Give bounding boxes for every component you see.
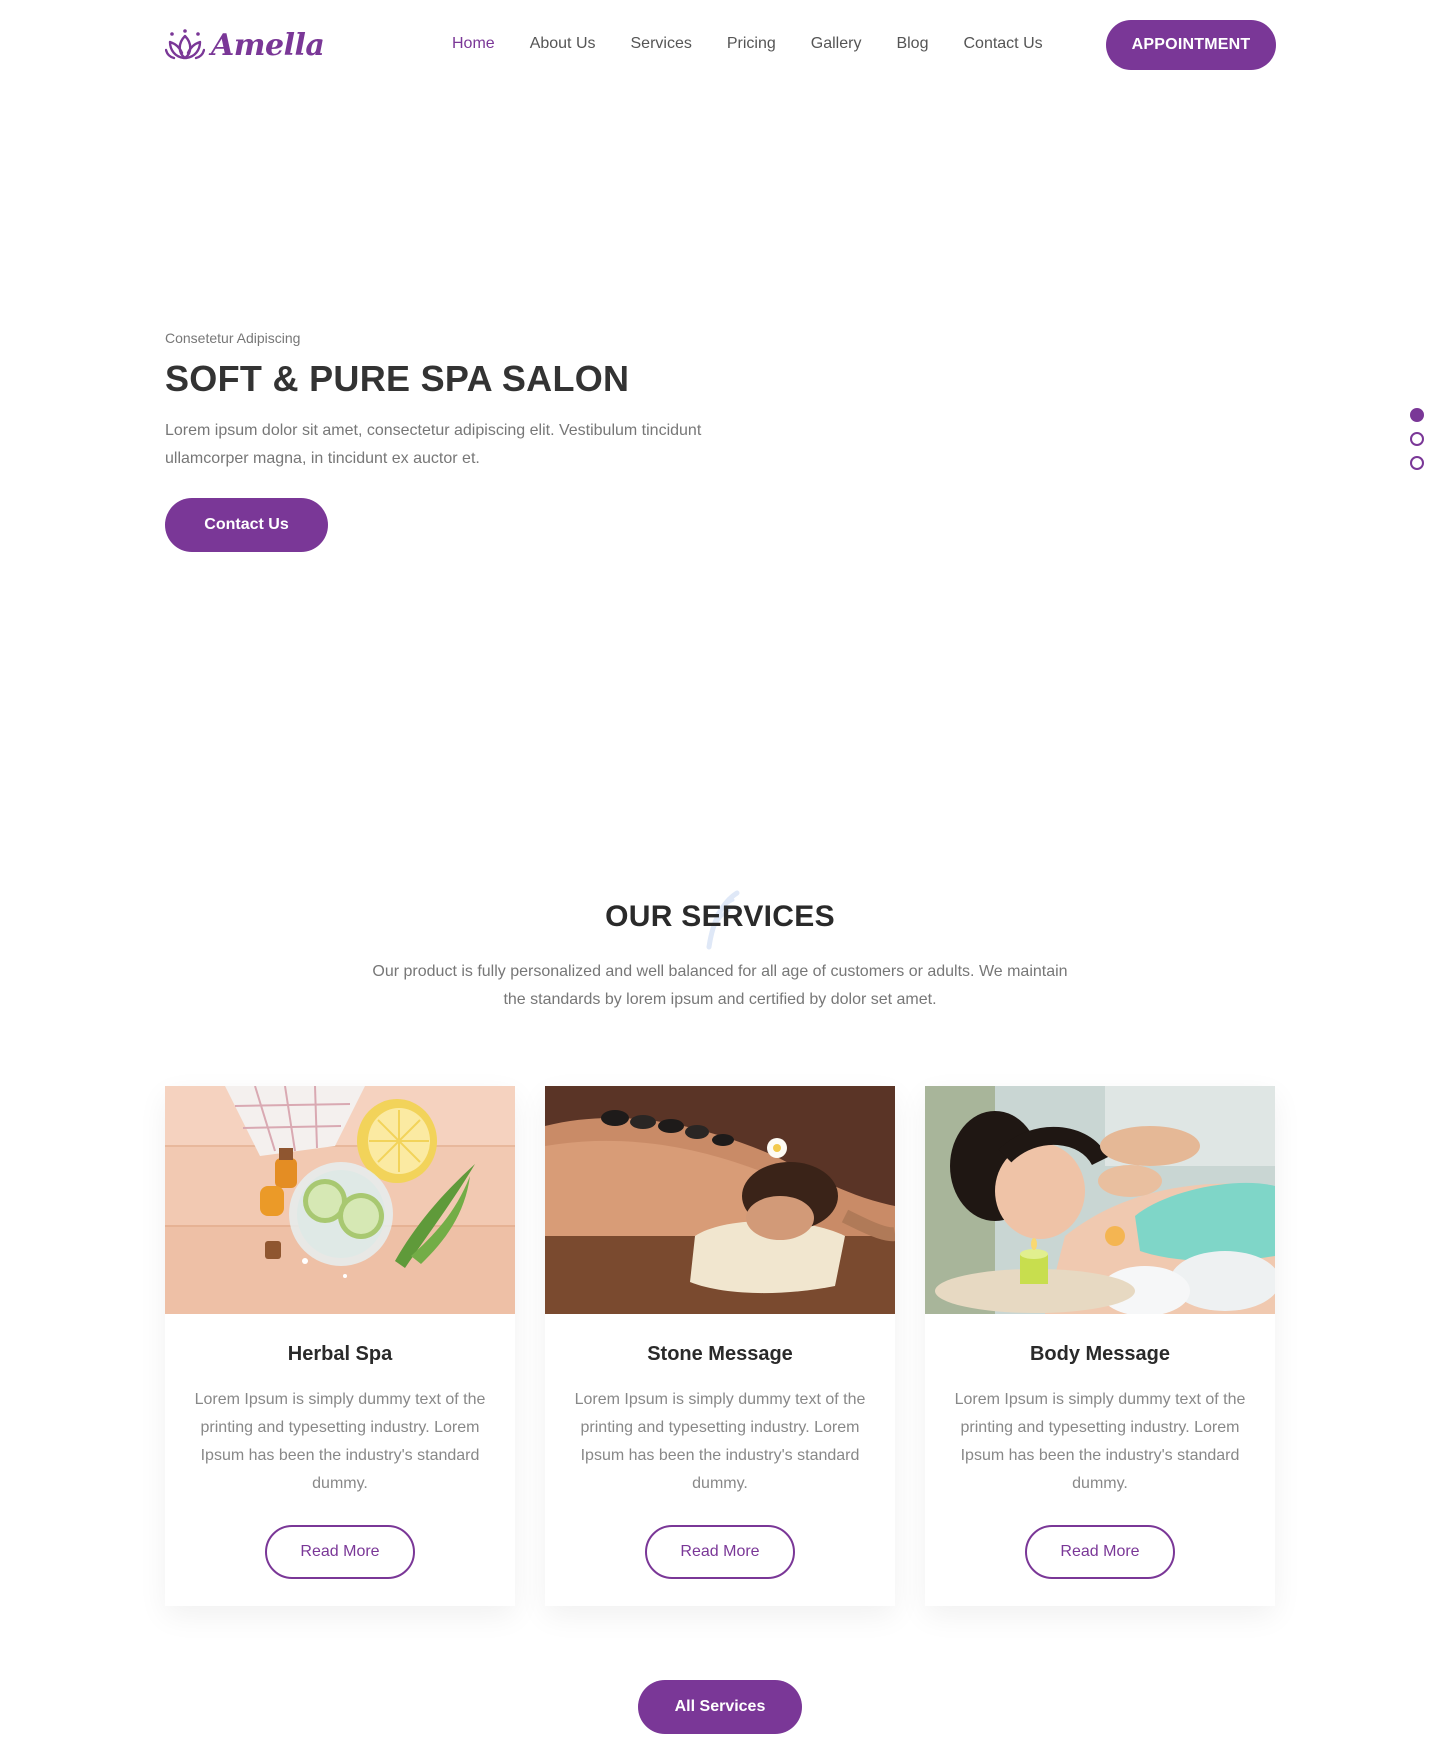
card-title: Herbal Spa [287,1343,393,1365]
main-nav: Home About Us Services Pricing Gallery B… [452,32,1078,56]
services-intro: Our product is fully personalized and we… [372,963,1068,1008]
card-text: Lorem Ipsum is simply dummy text of the … [574,1391,866,1492]
stone-massage-image [545,1086,895,1314]
service-card-stone-message: Stone Message Lorem Ipsum is simply dumm… [545,1086,895,1606]
read-more-button[interactable]: Read More [1025,1525,1175,1579]
read-more-button[interactable]: Read More [645,1525,795,1579]
card-title: Body Message [1029,1343,1171,1365]
nav-item-home[interactable]: Home [452,32,495,56]
lotus-icon [165,29,205,60]
herbal-spa-image [165,1086,515,1314]
body-massage-image [925,1086,1275,1314]
card-text: Lorem Ipsum is simply dummy text of the … [194,1391,486,1492]
brand-name: Amella [211,27,325,63]
hero-text: Lorem ipsum dolor sit amet, consectetur … [165,422,702,467]
appointment-button[interactable]: APPOINTMENT [1106,20,1276,70]
slider-dot-3[interactable] [1410,456,1424,470]
hero-title: SOFT & PURE SPA SALON [165,358,630,399]
slider-dot-2[interactable] [1410,432,1424,446]
nav-item-about-us[interactable]: About Us [530,32,596,56]
card-title: Stone Message [647,1343,793,1365]
all-services-button[interactable]: All Services [638,1680,802,1734]
slider-dot-1[interactable] [1410,408,1424,422]
slider-dots [1410,408,1426,480]
read-more-button[interactable]: Read More [265,1525,415,1579]
service-card-body-message: Body Message Lorem Ipsum is simply dummy… [925,1086,1275,1606]
contact-us-button[interactable]: Contact Us [165,498,328,552]
card-text: Lorem Ipsum is simply dummy text of the … [954,1391,1246,1492]
nav-item-blog[interactable]: Blog [896,32,928,56]
nav-item-contact-us[interactable]: Contact Us [963,32,1042,56]
site-header: Amella Home About Us Services Pricing Ga… [0,0,1440,90]
nav-item-gallery[interactable]: Gallery [811,32,862,56]
logo[interactable]: Amella [165,26,325,64]
nav-item-pricing[interactable]: Pricing [727,32,776,56]
nav-item-services[interactable]: Services [631,32,692,56]
hero-kicker: Consetetur Adipiscing [165,330,301,346]
service-card-herbal-spa: Herbal Spa Lorem Ipsum is simply dummy t… [165,1086,515,1606]
services-title: OUR SERVICES [605,900,835,933]
